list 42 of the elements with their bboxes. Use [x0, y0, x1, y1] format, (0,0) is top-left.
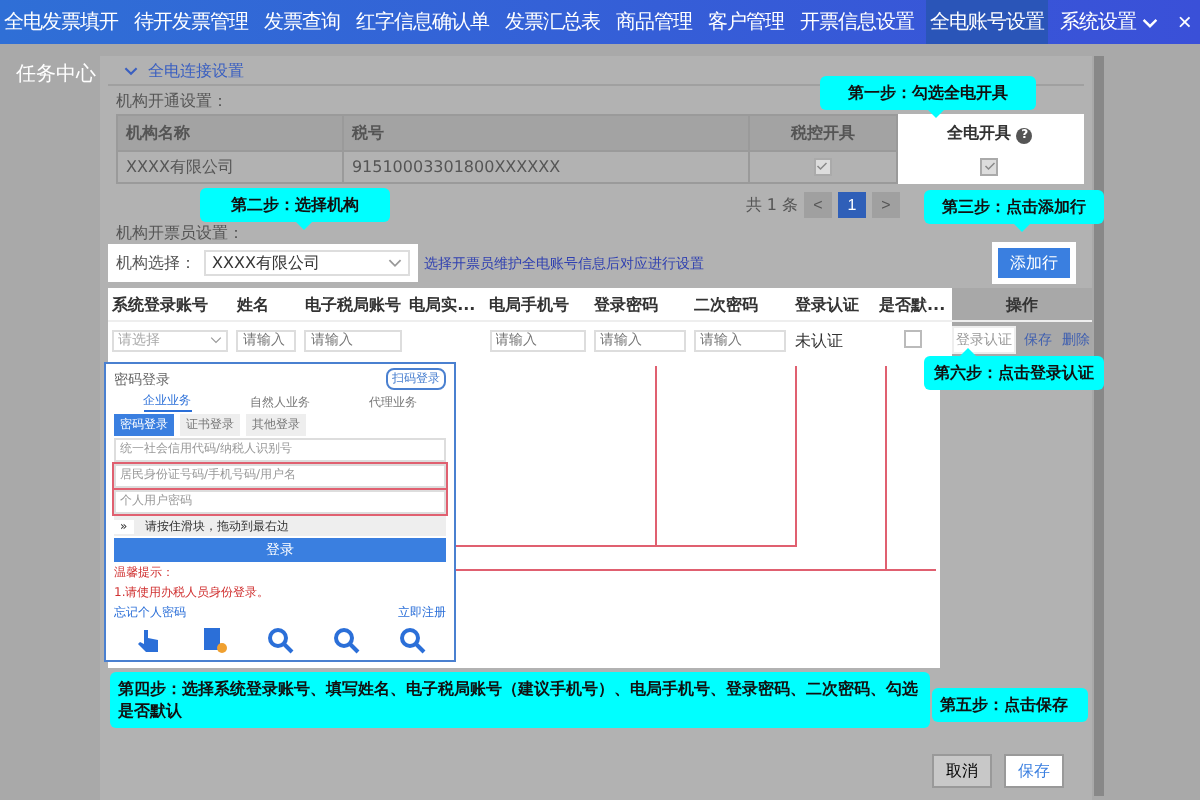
column-header: 电子税局账号 — [300, 288, 406, 321]
nav-tab[interactable]: 商品管理 — [611, 0, 696, 44]
column-header: 税号 — [342, 115, 750, 151]
nav-tab[interactable]: 待开发票管理 — [129, 0, 252, 44]
nav-tab[interactable]: 客户管理 — [703, 0, 788, 44]
section-title: 全电连接设置 — [148, 59, 244, 81]
column-header: 操作 — [951, 288, 1092, 321]
prev-page-button[interactable]: < — [804, 192, 832, 218]
table-cell: 91510003301800XXXXXX — [342, 151, 750, 183]
table-cell: XXXX有限公司 — [117, 151, 343, 183]
column-header: 是否默... — [875, 288, 952, 321]
column-header: 二次密码 — [690, 288, 791, 321]
org-select[interactable]: XXXX有限公司 — [204, 250, 410, 276]
page-button[interactable]: 1 — [838, 192, 866, 218]
column-header: 姓名 — [232, 288, 301, 321]
column-header: 机构名称 — [117, 115, 343, 151]
table-cell: 未认证 — [790, 321, 875, 358]
add-row-button[interactable]: 添加行 — [998, 248, 1070, 278]
step-callout: 第五步：点击保存 — [932, 688, 1088, 722]
nav-tab[interactable]: 全电账号设置 — [925, 0, 1048, 44]
column-header: 登录认证 — [790, 288, 875, 321]
sidebar-label: 任务中心 — [16, 64, 96, 86]
section-label: 机构开通设置： — [116, 90, 228, 112]
column-header: 电局手机号 — [485, 288, 590, 321]
nav-tab[interactable]: 发票查询 — [259, 0, 344, 44]
nav-tab[interactable]: 系统设置 — [1055, 0, 1162, 44]
close-button[interactable]: × — [1169, 0, 1200, 44]
nav-tab[interactable]: 红字信息确认单 — [351, 0, 493, 44]
next-page-button[interactable]: > — [872, 192, 900, 218]
column-header: 电局实... — [405, 288, 486, 321]
column-header: 登录密码 — [589, 288, 691, 321]
nav-tab[interactable]: 发票汇总表 — [500, 0, 604, 44]
column-header: 系统登录账号 — [108, 288, 233, 321]
cancel-button[interactable]: 取消 — [932, 754, 992, 788]
step-callout: 第四步：选择系统登录账号、填写姓名、电子税局账号（建议手机号）、电局手机号、登录密码、二次密码、勾选是否默认 — [110, 672, 930, 728]
column-header: 税控开具 — [749, 115, 897, 151]
save-button[interactable]: 保存 — [1004, 754, 1064, 788]
nav-tab[interactable]: 全电发票填开 — [0, 0, 122, 44]
nav-tab[interactable]: 开票信息设置 — [795, 0, 918, 44]
total-count: 共 1 条 — [745, 194, 798, 216]
field-label: 机构选择： — [116, 252, 196, 274]
section-label: 机构开票员设置： — [116, 222, 244, 244]
